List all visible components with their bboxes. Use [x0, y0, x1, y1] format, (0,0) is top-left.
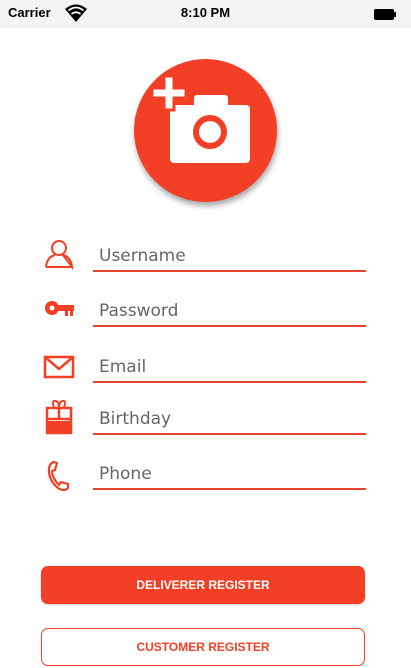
birthday-row — [0, 399, 411, 449]
user-icon — [42, 238, 76, 272]
username-row — [0, 238, 411, 288]
username-field[interactable] — [93, 242, 366, 272]
phone-row — [0, 456, 411, 506]
customer-register-button[interactable]: CUSTOMER REGISTER — [41, 628, 365, 666]
status-bar: Carrier 8:10 PM — [0, 0, 411, 28]
status-time: 8:10 PM — [180, 5, 231, 20]
password-field[interactable] — [93, 297, 366, 327]
phone-icon — [42, 458, 76, 492]
deliverer-register-button[interactable]: DELIVERER REGISTER — [41, 566, 365, 604]
password-row — [0, 293, 411, 343]
phone-field[interactable] — [93, 460, 366, 490]
email-row — [0, 349, 411, 399]
birthday-field[interactable] — [93, 405, 366, 435]
add-photo-icon — [150, 74, 250, 163]
add-photo-button[interactable] — [134, 59, 277, 202]
gift-icon — [42, 399, 76, 435]
mail-icon — [42, 349, 76, 383]
key-icon — [42, 293, 76, 327]
email-field[interactable] — [93, 353, 366, 383]
battery-icon — [374, 9, 396, 20]
